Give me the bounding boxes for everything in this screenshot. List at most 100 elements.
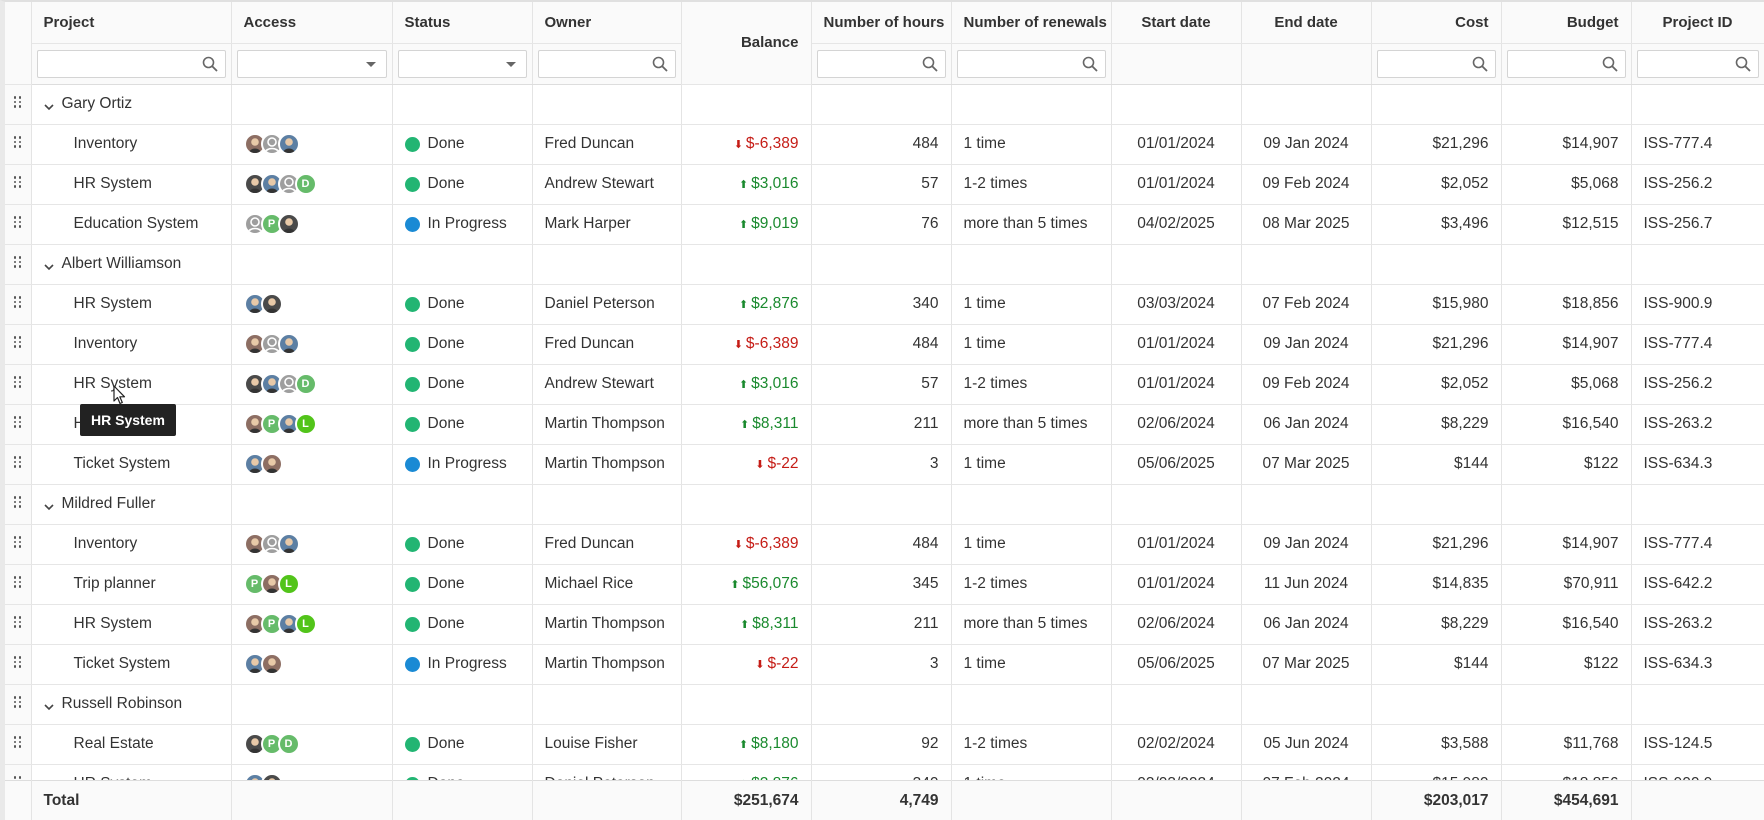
budget-cell: $14,907 <box>1501 124 1632 165</box>
status-filter-select[interactable] <box>397 49 527 78</box>
group-empty-cell <box>681 244 812 285</box>
header-owner[interactable]: Owner <box>532 2 682 44</box>
table-row[interactable]: HR SystemPLDoneMartin Thompson⬆$8,311211… <box>5 404 1764 445</box>
header-project[interactable]: Project <box>31 2 232 44</box>
chevron-down-icon[interactable] <box>43 699 54 711</box>
project-id-cell: ISS-777.4 <box>1631 524 1764 565</box>
group-row[interactable]: Russell Robinson <box>5 684 1764 725</box>
group-empty-cell <box>231 484 393 525</box>
drag-handle[interactable] <box>5 404 32 445</box>
group-row[interactable]: Mildred Fuller <box>5 484 1764 525</box>
chevron-down-icon[interactable] <box>43 499 54 511</box>
end-date-cell: 09 Jan 2024 <box>1241 124 1372 165</box>
renewals-filter-input[interactable] <box>956 49 1106 78</box>
status-indicator: Done <box>404 335 520 353</box>
header-end-date[interactable]: End date <box>1241 2 1372 44</box>
start-date-cell: 05/06/2025 <box>1111 444 1242 485</box>
header-start-date[interactable]: Start date <box>1111 2 1242 44</box>
balance-cell: ⬆ $8,311 <box>681 604 812 645</box>
owner-filter-input[interactable] <box>537 49 676 78</box>
header-project-id[interactable]: Project ID <box>1631 2 1764 44</box>
drag-handle-icon <box>13 736 22 748</box>
chevron-down-icon[interactable] <box>43 99 54 111</box>
table-row[interactable]: HR SystemPLDoneMartin Thompson⬆$8,311211… <box>5 604 1764 645</box>
table-row[interactable]: HR System D Done Andrew Stewart ⬆ $3,016 57 1-2… <box>5 164 1764 205</box>
project-id-filter-cell <box>1631 43 1764 85</box>
table-row[interactable]: Education System P In Progress Mark Harper ⬆… <box>5 204 1764 245</box>
table-row[interactable]: Ticket System In Progress Martin Thompson ⬇… <box>5 444 1764 485</box>
drag-handle[interactable] <box>5 324 32 365</box>
group-row[interactable]: Albert Williamson <box>5 244 1764 285</box>
filter-row <box>5 43 1764 85</box>
access-filter-select[interactable] <box>236 49 387 78</box>
project-filter-input[interactable] <box>36 49 226 78</box>
status-label: Done <box>427 375 465 392</box>
status-label: In Progress <box>427 655 507 672</box>
table-row[interactable]: Inventory Done Fred Duncan ⬇ $-6,389 484 1 tim… <box>5 324 1764 365</box>
drag-handle[interactable] <box>5 164 32 205</box>
drag-handle[interactable] <box>5 644 32 685</box>
drag-handle[interactable] <box>5 84 32 125</box>
status-label: Done <box>427 335 465 352</box>
drag-handle[interactable] <box>5 604 32 645</box>
drag-handle[interactable] <box>5 724 32 765</box>
project-id-cell: ISS-900.9 <box>1631 284 1764 325</box>
budget-cell: $12,515 <box>1501 204 1632 245</box>
balance-cell: ⬇ $-6,389 <box>681 324 812 365</box>
header-budget[interactable]: Budget <box>1501 2 1632 44</box>
table-row[interactable]: HR System D Done Andrew Stewart ⬆ $3,016 57 1-2… <box>5 364 1764 405</box>
header-balance[interactable]: Balance <box>681 2 812 85</box>
avatar-group <box>243 653 380 675</box>
table-row[interactable]: Inventory Done Fred Duncan ⬇ $-6,389 484 1 tim… <box>5 524 1764 565</box>
drag-handle[interactable] <box>5 684 32 725</box>
drag-handle[interactable] <box>5 284 32 325</box>
budget-filter-input[interactable] <box>1506 49 1626 78</box>
table-row[interactable]: Ticket System In Progress Martin Thompson ⬇… <box>5 644 1764 685</box>
status-cell: Done <box>392 404 533 445</box>
drag-handle[interactable] <box>5 564 32 605</box>
header-cost[interactable]: Cost <box>1371 2 1502 44</box>
header-hours[interactable]: Number of hours <box>811 2 952 44</box>
avatar-group: PL <box>243 573 380 595</box>
drag-handle[interactable] <box>5 244 32 285</box>
project-cell: Inventory <box>31 124 232 165</box>
header-renewals[interactable]: Number of renewals <box>951 2 1112 44</box>
group-empty-cell <box>1371 84 1502 125</box>
renewals-cell: 1 time <box>951 644 1112 685</box>
hours-filter-input[interactable] <box>816 49 946 78</box>
cost-cell: $3,496 <box>1371 204 1502 245</box>
balance-value: $3,016 <box>751 175 799 192</box>
search-icon <box>1082 56 1098 72</box>
chevron-down-icon[interactable] <box>43 259 54 271</box>
group-row[interactable]: Gary Ortiz <box>5 84 1764 125</box>
project-id-filter-input[interactable] <box>1636 49 1759 78</box>
total-cost: $203,017 <box>1371 780 1502 820</box>
access-cell <box>231 284 393 325</box>
header-status[interactable]: Status <box>392 2 533 44</box>
drag-handle[interactable] <box>5 484 32 525</box>
drag-handle[interactable] <box>5 204 32 245</box>
drag-handle-icon <box>13 656 22 668</box>
header-access[interactable]: Access <box>231 2 393 44</box>
drag-handle-icon <box>13 296 22 308</box>
budget-cell: $11,768 <box>1501 724 1632 765</box>
cost-filter-input[interactable] <box>1376 49 1496 78</box>
table-row[interactable]: Inventory Done Fred Duncan ⬇ $-6,389 484 1 tim… <box>5 124 1764 165</box>
owner-cell: Louise Fisher <box>532 724 682 765</box>
table-row[interactable]: HR SystemDoneDaniel Peterson⬆$2,8763401 … <box>5 284 1764 325</box>
status-indicator: Done <box>404 415 520 433</box>
balance-value: $-6,389 <box>745 535 799 552</box>
drag-handle[interactable] <box>5 524 32 565</box>
group-cell: Mildred Fuller <box>31 484 232 525</box>
cost-cell: $14,835 <box>1371 564 1502 605</box>
cost-cell: $21,296 <box>1371 124 1502 165</box>
table-row[interactable]: Trip planner P L Done Michael Rice ⬆ $56,076 34… <box>5 564 1764 605</box>
drag-handle[interactable] <box>5 124 32 165</box>
status-indicator: In Progress <box>404 455 520 473</box>
drag-handle[interactable] <box>5 444 32 485</box>
table-row[interactable]: Real Estate P D Done Louise Fisher ⬆ $8,180 92 1… <box>5 724 1764 765</box>
access-cell: D <box>231 364 393 405</box>
data-grid: Project Access Status Owner Balance Numb… <box>0 0 1764 820</box>
drag-handle[interactable] <box>5 364 32 405</box>
renewals-cell: 1 time <box>951 124 1112 165</box>
